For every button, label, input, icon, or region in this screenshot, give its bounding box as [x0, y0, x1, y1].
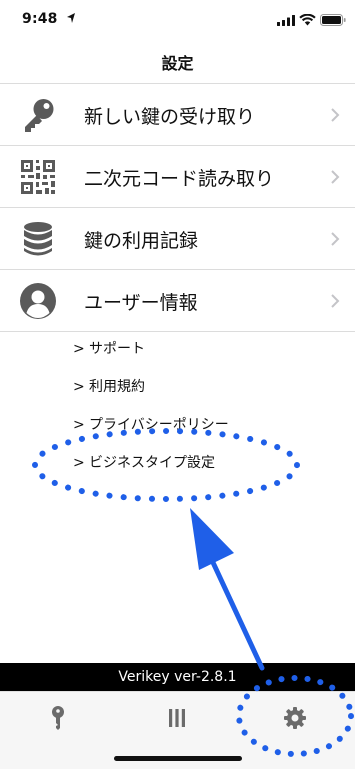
tab-list[interactable]	[127, 692, 227, 744]
link-arrow: >	[73, 417, 85, 433]
info-links: > サポート > 利用規約 > プライバシーポリシー > ビジネスタイプ設定	[73, 339, 333, 491]
database-icon	[24, 222, 52, 256]
key-icon	[25, 99, 54, 132]
link-business-type-settings[interactable]: > ビジネスタイプ設定	[73, 453, 333, 491]
chevron-right-icon	[331, 294, 340, 308]
chevron-right-icon	[331, 108, 340, 122]
menu-item-user-info[interactable]: ユーザー情報	[0, 270, 355, 332]
link-terms[interactable]: > 利用規約	[73, 377, 333, 415]
link-privacy-policy[interactable]: > プライバシーポリシー	[73, 415, 333, 453]
tab-keys[interactable]	[9, 692, 109, 744]
menu-item-qr-scan[interactable]: 二次元コード読み取り	[0, 146, 355, 208]
user-icon	[20, 283, 56, 319]
link-label: 利用規約	[89, 379, 145, 395]
menu-item-label: 鍵の利用記録	[84, 230, 199, 252]
link-arrow: >	[73, 379, 85, 395]
tab-settings[interactable]	[245, 692, 345, 744]
link-label: ビジネスタイプ設定	[89, 455, 215, 471]
status-bar: 9:48	[0, 0, 355, 44]
menu-item-label: ユーザー情報	[84, 292, 198, 314]
key-tab-icon	[52, 706, 64, 730]
home-indicator	[114, 756, 242, 761]
qr-code-icon	[21, 160, 55, 194]
link-support[interactable]: > サポート	[73, 339, 333, 377]
link-label: サポート	[89, 341, 145, 357]
settings-gear-icon	[284, 707, 306, 729]
menu-item-receive-key[interactable]: 新しい鍵の受け取り	[0, 84, 355, 146]
annotation-arrow-head	[190, 508, 234, 570]
link-arrow: >	[73, 455, 85, 471]
status-time: 9:48	[22, 11, 58, 27]
version-label: Verikey ver-2.8.1	[0, 663, 355, 691]
cellular-signal-icon	[277, 15, 295, 26]
battery-icon	[320, 14, 346, 26]
annotation-arrow-shaft	[207, 553, 265, 671]
list-tab-icon	[169, 709, 185, 727]
chevron-right-icon	[331, 232, 340, 246]
menu-item-key-usage-log[interactable]: 鍵の利用記録	[0, 208, 355, 270]
wifi-icon	[299, 14, 316, 26]
chevron-right-icon	[331, 170, 340, 184]
link-arrow: >	[73, 341, 85, 357]
menu-item-label: 新しい鍵の受け取り	[84, 106, 256, 128]
location-arrow-icon	[67, 13, 75, 23]
page-title: 設定	[161, 54, 194, 73]
link-label: プライバシーポリシー	[89, 417, 229, 433]
menu-item-label: 二次元コード読み取り	[84, 168, 275, 190]
settings-menu: 新しい鍵の受け取り 二次元コード読み取り 鍵の利用記録 ユーザー情報	[0, 84, 355, 332]
